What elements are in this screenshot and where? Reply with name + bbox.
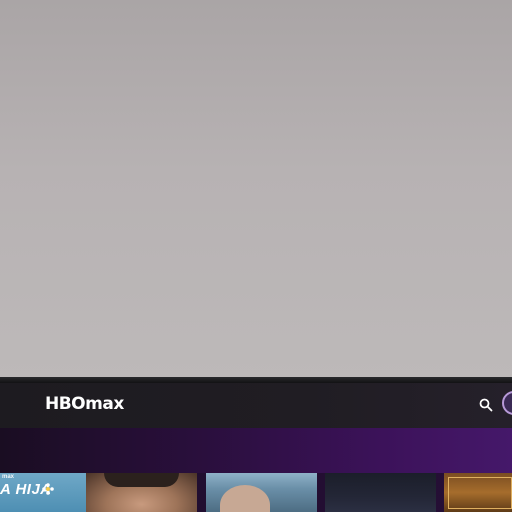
background-wall bbox=[0, 0, 512, 380]
tile-hair bbox=[104, 473, 179, 487]
tile-frame bbox=[448, 477, 512, 509]
hero-banner bbox=[0, 428, 512, 473]
tile-brand: max bbox=[2, 474, 15, 480]
content-row: max A HIJA bbox=[0, 473, 512, 512]
profile-avatar[interactable] bbox=[502, 391, 512, 415]
search-icon[interactable] bbox=[476, 395, 496, 415]
top-navigation-bar: HBOmax bbox=[0, 383, 512, 428]
tv-screen: HBOmax max A HIJA bbox=[0, 383, 512, 512]
content-tile[interactable] bbox=[86, 473, 197, 512]
content-tile[interactable] bbox=[206, 473, 317, 512]
flower-icon bbox=[42, 483, 54, 495]
content-tile[interactable] bbox=[444, 473, 512, 512]
hbomax-logo[interactable]: HBOmax bbox=[45, 394, 124, 414]
tile-figure bbox=[220, 485, 270, 512]
content-tile[interactable] bbox=[325, 473, 436, 512]
